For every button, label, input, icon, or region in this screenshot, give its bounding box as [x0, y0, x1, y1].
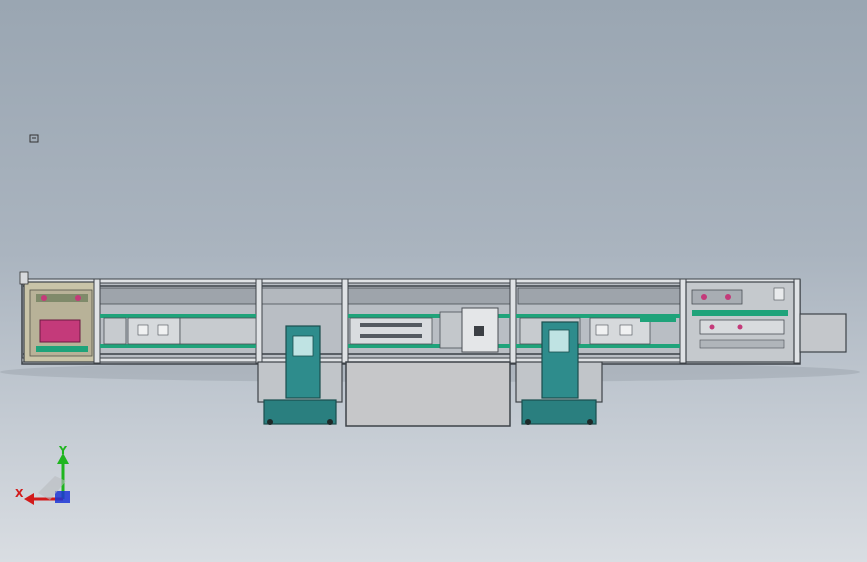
reference-marker-icon: [29, 134, 39, 143]
right-end-module[interactable]: [685, 281, 795, 363]
axis-x-label: X: [15, 487, 24, 500]
assembly-model[interactable]: Y X: [0, 0, 867, 562]
left-end-module[interactable]: [19, 271, 97, 363]
axis-y-label: Y: [58, 444, 68, 457]
coordinate-triad: Y X: [15, 444, 70, 505]
outfeed-extension[interactable]: [799, 313, 847, 353]
control-cabinet[interactable]: [345, 361, 511, 427]
cad-graphics-area[interactable]: Y X: [0, 0, 867, 562]
